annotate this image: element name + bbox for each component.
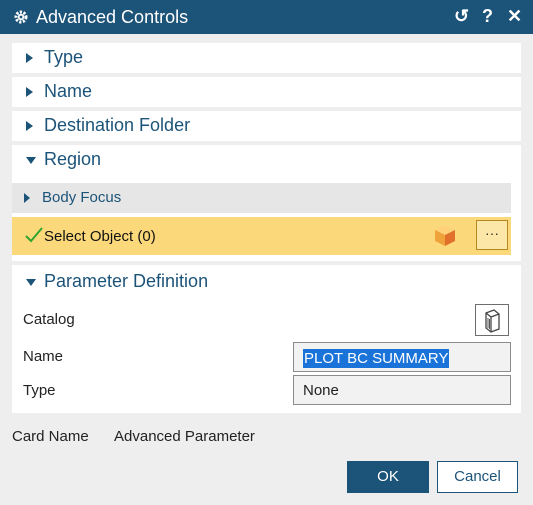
section-destination-label: Destination Folder bbox=[44, 115, 191, 135]
ok-button[interactable]: OK bbox=[347, 461, 429, 493]
name-value: PLOT BC SUMMARY bbox=[303, 349, 450, 368]
more-options-button[interactable]: ··· bbox=[476, 220, 508, 250]
chevron-right-icon bbox=[26, 87, 33, 97]
section-parameter-header[interactable]: Parameter Definition bbox=[12, 267, 521, 297]
chevron-right-icon bbox=[24, 193, 30, 203]
chevron-down-icon bbox=[26, 279, 36, 286]
section-parameter-label: Parameter Definition bbox=[44, 271, 209, 291]
section-name-header[interactable]: Name bbox=[12, 77, 521, 107]
body-focus-label: Body Focus bbox=[42, 189, 122, 206]
type-field[interactable]: None bbox=[293, 375, 511, 405]
chevron-right-icon bbox=[26, 121, 33, 131]
title-bar: Advanced Controls ↺ ? ✕ bbox=[0, 0, 533, 34]
catalog-button[interactable] bbox=[475, 304, 509, 336]
section-destination-folder: Destination Folder bbox=[12, 111, 521, 141]
section-type: Type bbox=[12, 43, 521, 73]
section-destination-header[interactable]: Destination Folder bbox=[12, 111, 521, 141]
chevron-right-icon bbox=[26, 53, 33, 63]
section-region-label: Region bbox=[44, 149, 102, 169]
cube-icon[interactable] bbox=[433, 223, 457, 247]
reset-icon[interactable]: ↺ bbox=[454, 6, 469, 26]
card-name-value: Advanced Parameter bbox=[114, 428, 255, 445]
advanced-controls-dialog: Advanced Controls ↺ ? ✕ Type Name Destin… bbox=[0, 0, 533, 505]
chevron-down-icon bbox=[26, 157, 36, 164]
type-value: None bbox=[303, 382, 339, 399]
window-title: Advanced Controls bbox=[36, 7, 189, 27]
cancel-button[interactable]: Cancel bbox=[437, 461, 518, 493]
catalog-book-icon bbox=[485, 309, 500, 333]
select-object-label: Select Object (0) bbox=[44, 228, 156, 245]
gear-icon bbox=[14, 10, 28, 24]
section-name: Name bbox=[12, 77, 521, 107]
select-object-row[interactable]: Select Object (0) ··· bbox=[12, 217, 511, 255]
body-focus-header[interactable]: Body Focus bbox=[12, 183, 511, 213]
section-region-header[interactable]: Region bbox=[12, 145, 521, 175]
name-field[interactable]: PLOT BC SUMMARY bbox=[293, 342, 511, 372]
help-icon[interactable]: ? bbox=[482, 6, 493, 26]
close-icon[interactable]: ✕ bbox=[507, 6, 522, 26]
checkmark-icon bbox=[25, 227, 43, 243]
name-label: Name bbox=[23, 348, 64, 365]
card-name-label: Card Name bbox=[12, 428, 89, 445]
catalog-label: Catalog bbox=[23, 311, 75, 328]
section-type-label: Type bbox=[44, 47, 84, 67]
section-type-header[interactable]: Type bbox=[12, 43, 521, 73]
type-label: Type bbox=[23, 382, 56, 399]
section-name-label: Name bbox=[44, 81, 93, 101]
